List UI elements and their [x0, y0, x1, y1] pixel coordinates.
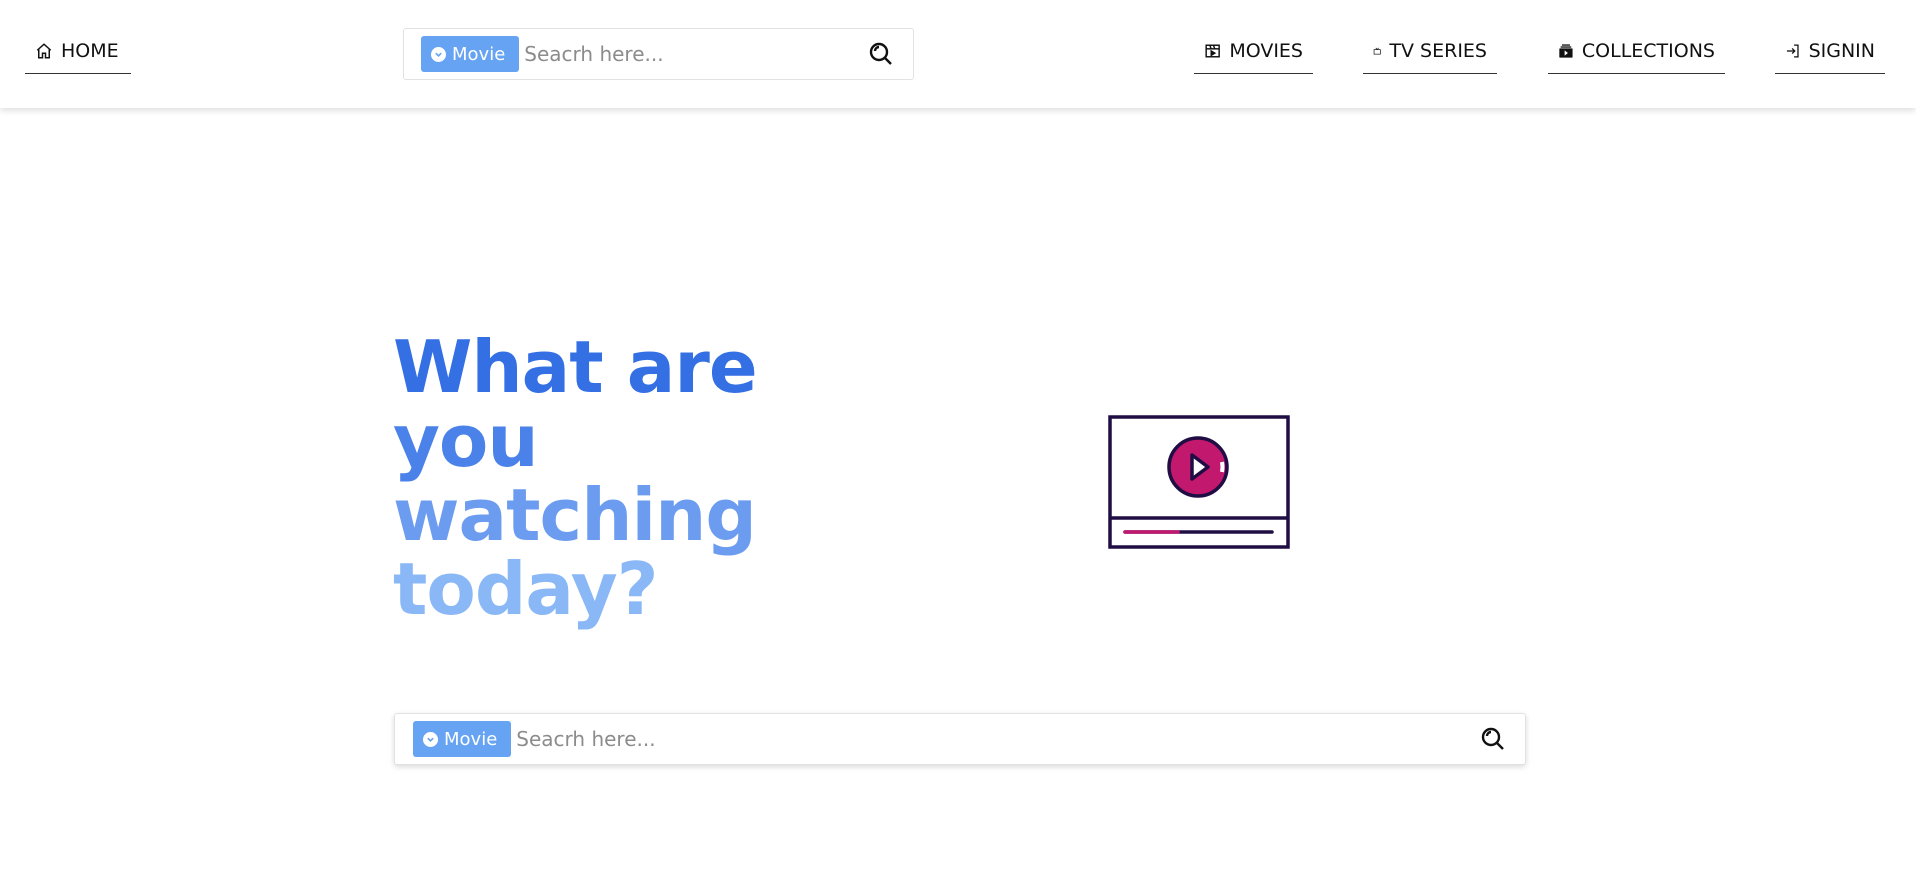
nav-signin-label: SIGNIN — [1808, 39, 1875, 62]
nav-tv-series-link[interactable]: TV SERIES — [1363, 38, 1497, 74]
film-icon — [1205, 44, 1220, 57]
sign-in-icon — [1786, 44, 1799, 57]
main-search-input[interactable] — [516, 719, 1479, 759]
nav-movies-label: MOVIES — [1229, 39, 1303, 62]
home-icon — [36, 42, 52, 58]
navbar: HOME Movie MOVIES TV SERIES COLLECTIONS … — [0, 0, 1916, 108]
hero-line-2: you — [393, 399, 539, 483]
nav-collections-label: COLLECTIONS — [1581, 39, 1715, 62]
header-search-bar: Movie — [403, 28, 914, 80]
nav-signin-link[interactable]: SIGNIN — [1775, 38, 1885, 74]
hero-line-1: What are — [393, 325, 758, 409]
nav-home-label: HOME — [61, 39, 119, 62]
main-search-type-dropdown[interactable]: Movie — [413, 721, 512, 757]
search-type-dropdown[interactable]: Movie — [421, 36, 520, 72]
search-type-label: Movie — [452, 43, 506, 65]
nav-tv-series-label: TV SERIES — [1389, 39, 1487, 62]
tv-icon — [1373, 47, 1381, 55]
main-search-bar: Movie — [394, 713, 1526, 765]
nav-collections-link[interactable]: COLLECTIONS — [1548, 38, 1725, 74]
hero-line-3: watching — [393, 473, 757, 557]
nav-home-link[interactable]: HOME — [25, 38, 131, 74]
chevron-down-icon — [431, 46, 446, 62]
hero-heading: What are you watching today? — [393, 330, 813, 626]
chevron-down-icon — [423, 731, 438, 747]
nav-movies-link[interactable]: MOVIES — [1194, 38, 1313, 74]
main-search-type-label: Movie — [444, 728, 498, 750]
hero-line-4: today? — [393, 547, 659, 631]
header-search-input[interactable] — [524, 34, 867, 74]
video-player-illustration — [1108, 415, 1290, 549]
search-icon[interactable] — [1479, 725, 1507, 753]
collection-icon — [1559, 43, 1573, 58]
search-icon[interactable] — [867, 40, 895, 68]
